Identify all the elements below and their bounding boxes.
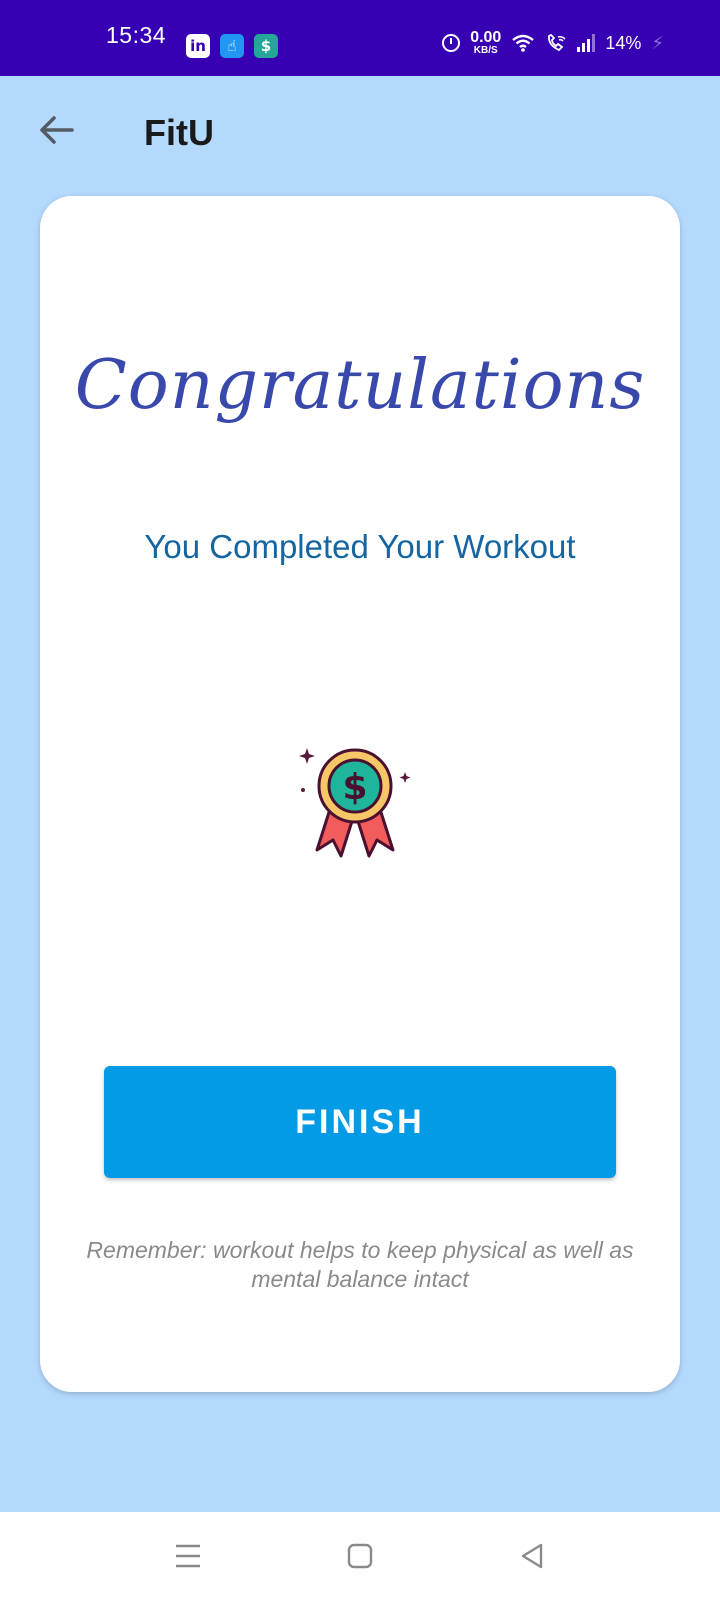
arrow-left-icon [40, 116, 74, 144]
wifi-call-icon [548, 33, 566, 52]
touch-icon: ☝ [220, 34, 244, 58]
home-button[interactable] [332, 1530, 388, 1582]
system-nav-bar [0, 1512, 720, 1600]
recent-apps-button[interactable] [160, 1530, 216, 1582]
shield-icon: $ [254, 34, 278, 58]
workout-completed-subtitle: You Completed Your Workout [144, 528, 576, 565]
app-title: FitU [144, 112, 214, 153]
net-speed-unit: KB/S [473, 45, 498, 56]
net-speed-value: 0.00 [470, 29, 502, 46]
net-speed: 0.00 KB/S [470, 30, 501, 56]
app-bar: FitU [0, 76, 720, 196]
battery-percent: 14% [605, 32, 642, 53]
system-back-button[interactable] [504, 1530, 560, 1582]
back-button[interactable] [30, 104, 82, 156]
finish-button[interactable]: FINISH [104, 1066, 616, 1178]
congratulations-card: Congratulations You Completed Your Worko… [40, 196, 680, 1392]
back-triangle-icon [521, 1543, 543, 1569]
alarm-icon [442, 34, 461, 52]
status-time: 15:34 [106, 22, 167, 48]
congratulations-heading: Congratulations [74, 346, 646, 425]
status-indicators: 0.00 KB/S 14% ⚡ [442, 30, 664, 56]
wifi-icon [512, 34, 535, 52]
reminder-text: Remember: workout helps to keep physical… [86, 1237, 634, 1292]
signal-icon [577, 34, 596, 52]
charging-icon: ⚡ [651, 32, 664, 54]
svg-text:$: $ [342, 767, 367, 808]
status-bar: 15:34 in ☝ $ 0.00 KB/S 14% ⚡ [0, 0, 720, 76]
menu-icon [176, 1544, 200, 1568]
home-square-icon [347, 1543, 373, 1569]
medal-dollar-icon: $ [299, 748, 411, 858]
linkedin-icon: in [186, 34, 210, 58]
